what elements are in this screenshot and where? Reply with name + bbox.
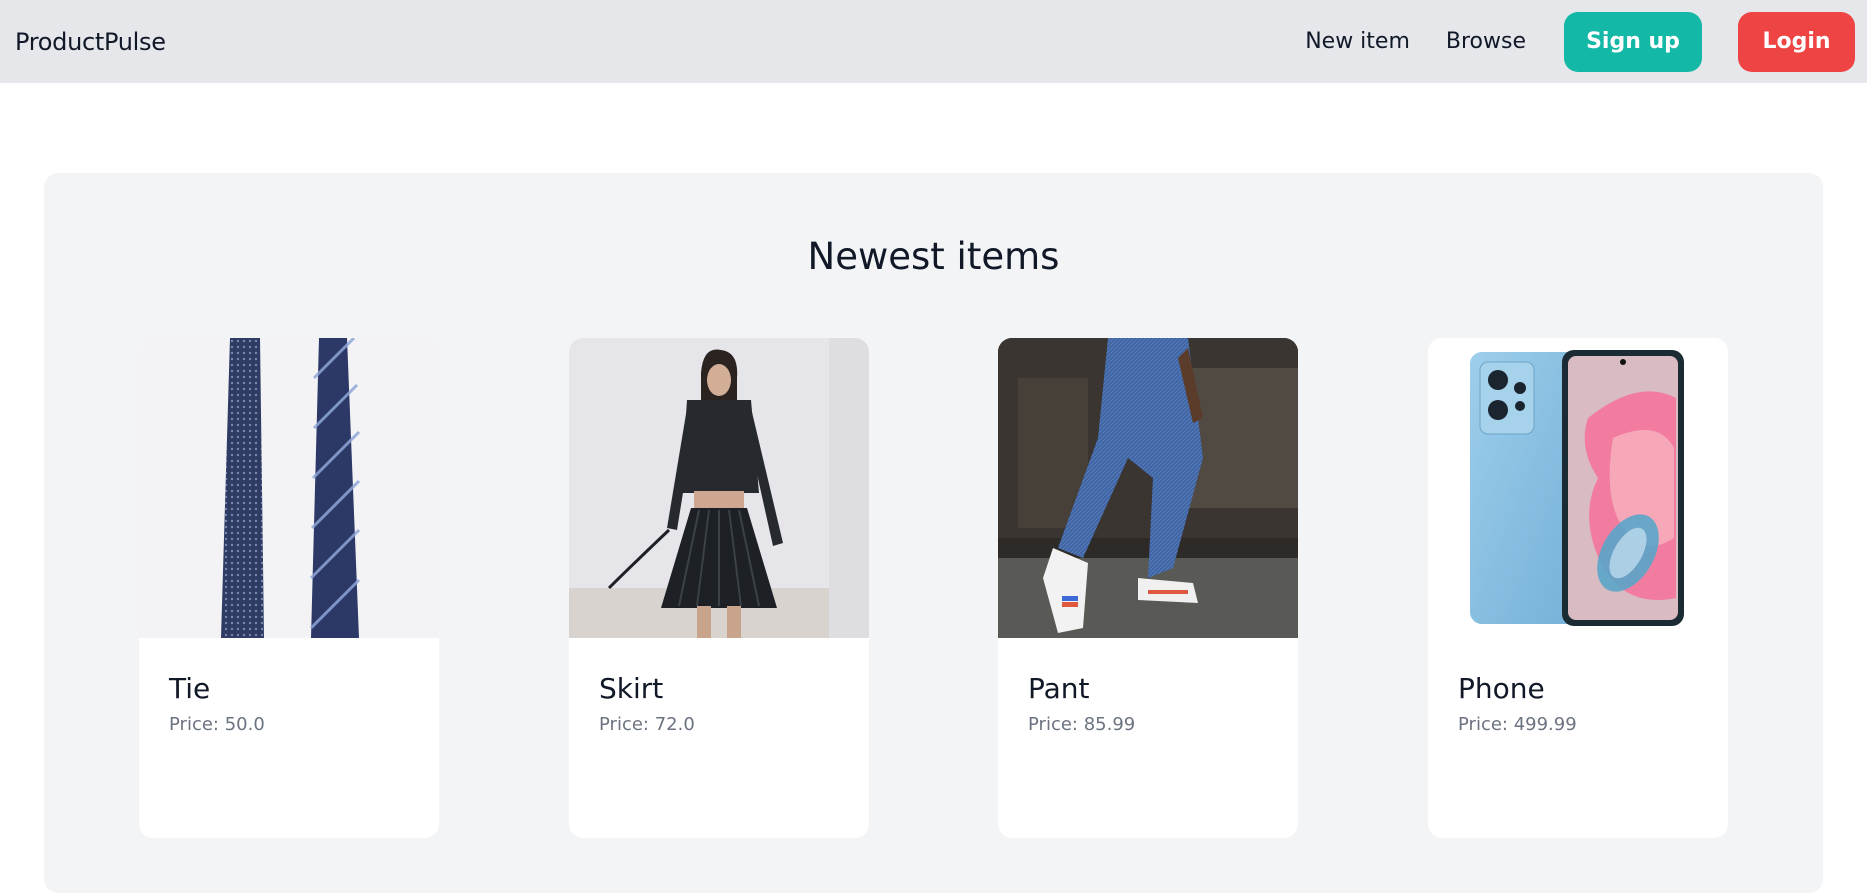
product-card-tie[interactable]: Tie Price: 50.0: [139, 338, 439, 838]
skirt-photo[interactable]: [569, 338, 869, 638]
brand-logo-link[interactable]: ProductPulse: [15, 28, 166, 56]
product-price: Price: 50.0: [169, 713, 265, 735]
card-body: Phone Price: 499.99: [1428, 638, 1728, 769]
product-price: Price: 85.99: [1028, 713, 1136, 735]
new-item-link[interactable]: New item: [1305, 29, 1410, 54]
nav-links: New item Browse Sign up Login: [1305, 11, 1855, 72]
product-price: Price: 72.0: [599, 713, 695, 735]
product-price: Price: 499.99: [1458, 713, 1577, 735]
product-card-skirt[interactable]: Skirt Price: 72.0: [569, 338, 869, 838]
tie-photo[interactable]: [139, 338, 439, 638]
product-name: Skirt: [599, 672, 664, 705]
sign-up-button[interactable]: Sign up: [1564, 11, 1702, 72]
top-navbar: ProductPulse New item Browse Sign up Log…: [0, 0, 1867, 83]
phone-photo[interactable]: [1428, 338, 1728, 638]
card-body: Pant Price: 85.99: [998, 638, 1298, 769]
login-button[interactable]: Login: [1738, 11, 1855, 72]
product-card-phone[interactable]: Phone Price: 499.99: [1428, 338, 1728, 838]
card-body: Skirt Price: 72.0: [569, 638, 869, 769]
section-title: Newest items: [807, 235, 1060, 278]
card-body: Tie Price: 50.0: [139, 638, 439, 769]
browse-link[interactable]: Browse: [1446, 29, 1526, 54]
newest-items-panel: Newest items Tie Price: 50.0 Skirt Price…: [44, 173, 1823, 893]
product-name: Pant: [1028, 672, 1090, 705]
product-card-pant[interactable]: Pant Price: 85.99: [998, 338, 1298, 838]
pant-photo[interactable]: [998, 338, 1298, 638]
product-name: Phone: [1458, 672, 1545, 705]
product-name: Tie: [169, 672, 211, 705]
